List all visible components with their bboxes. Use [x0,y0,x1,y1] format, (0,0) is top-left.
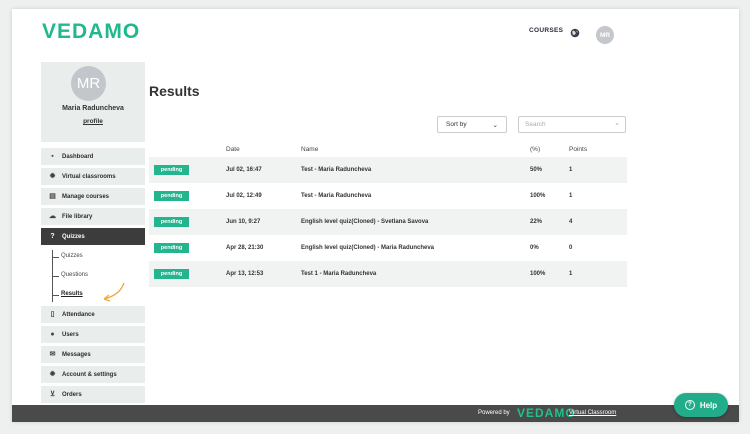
sidebar-item-users[interactable]: ● Users [41,326,145,343]
row-points: 1 [569,167,573,173]
row-name: English level quiz(Cloned) - Maria Radun… [301,245,435,251]
annotation-arrow [103,282,125,302]
sidebar-item-label: Quizzes [62,233,85,240]
search-icon: ⌕ [615,120,619,128]
submenu-item-questions[interactable]: Questions [52,272,88,278]
sidebar-item-label: Attendance [62,311,95,318]
sidebar-item-dashboard[interactable]: ▪ Dashboard [41,148,145,165]
sidebar-item-quizzes[interactable]: ? Quizzes [41,228,145,245]
sidebar-item-label: Messages [62,351,91,358]
row-points: 0 [569,245,573,251]
footer: Powered by VEDAMO Virtual Classroom [12,405,739,422]
sidebar-item-attendance[interactable]: ▯ Attendance [41,306,145,323]
sidebar-item-label: Account & settings [62,371,117,378]
footer-powered-by: Powered by [478,410,510,416]
envelope-icon: ✉ [49,351,56,358]
row-date: Jul 02, 12:49 [226,193,262,199]
question-icon: ? [684,400,695,410]
sort-label: Sort by [446,121,467,128]
table-row[interactable]: pending Jul 02, 12:49 Test - Maria Radun… [149,183,627,209]
row-date: Jul 02, 16:47 [226,167,262,173]
grid-icon: ▪ [51,153,54,160]
row-name: English level quiz(Cloned) - Svetlana Sa… [301,219,429,225]
courses-link[interactable]: COURSES [529,27,563,34]
sort-select[interactable]: Sort by ⌄ [437,116,507,133]
help-label: Help [699,400,718,410]
profile-card: MR Maria Raduncheva profile [41,62,145,142]
row-name: Test - Maria Raduncheva [301,193,372,199]
document-icon: ▯ [50,311,55,318]
submenu-item-results[interactable]: Results [52,291,83,297]
sidebar-item-label: Orders [62,391,82,398]
sidebar-item-virtual-classrooms[interactable]: ✹ Virtual classrooms [41,168,145,185]
sidebar-item-messages[interactable]: ✉ Messages [41,346,145,363]
submenu-item-quizzes[interactable]: Quizzes [52,253,83,259]
profile-avatar: MR [71,66,106,101]
search-input[interactable]: Search ⌕ [518,116,626,133]
column-name: Name [301,146,319,153]
row-points: 1 [569,193,573,199]
sidebar-item-label: Virtual classrooms [62,173,116,180]
user-avatar[interactable]: MR [596,26,614,44]
sidebar-item-label: Dashboard [62,153,94,160]
row-percent: 50% [530,167,543,173]
cloud-icon: ☁ [49,213,56,220]
row-percent: 0% [530,245,539,251]
sidebar-item-manage-courses[interactable]: ▤ Manage courses [41,188,145,205]
footer-virtual-classroom-link[interactable]: Virtual Classroom [569,410,616,416]
footer-logo[interactable]: VEDAMO [517,406,576,420]
row-date: Apr 13, 12:53 [226,271,264,277]
column-points: Points [569,146,588,153]
table-row[interactable]: pending Apr 28, 21:30 English level quiz… [149,235,627,261]
sidebar-item-orders[interactable]: ⊻ Orders [41,386,145,403]
row-percent: 22% [530,219,543,225]
sidebar-menu: ▪ Dashboard ✹ Virtual classrooms ▤ Manag… [41,148,145,406]
status-badge: pending [154,191,189,201]
page-title: Results [149,83,200,99]
vedamo-logo[interactable]: VEDAMO [42,20,140,44]
window-frame: VEDAMO COURSES MR MR Maria Raduncheva pr… [0,0,750,434]
page: VEDAMO COURSES MR MR Maria Raduncheva pr… [12,9,739,422]
users-icon: ● [50,331,55,338]
status-badge: pending [154,269,189,279]
help-button[interactable]: ? Help [674,393,728,417]
sidebar-item-label: Manage courses [62,193,110,200]
row-points: 1 [569,271,573,277]
results-table: pending Jul 02, 16:47 Test - Maria Radun… [149,157,627,287]
sidebar-item-label: File library [62,213,93,220]
status-badge: pending [154,217,189,227]
sidebar-item-file-library[interactable]: ☁ File library [41,208,145,225]
table-row[interactable]: pending Apr 13, 12:53 Test 1 - Maria Rad… [149,261,627,287]
gear-icon: ✹ [49,173,56,180]
gear-icon: ✹ [49,371,56,378]
status-badge: pending [154,243,189,253]
row-date: Jun 10, 9:27 [226,219,261,225]
sidebar-item-account-settings[interactable]: ✹ Account & settings [41,366,145,383]
row-percent: 100% [530,193,546,199]
globe-icon[interactable] [570,28,580,38]
row-name: Test 1 - Maria Raduncheva [301,271,377,277]
question-icon: ? [50,233,55,240]
column-percent: (%) [530,146,541,153]
row-points: 4 [569,219,573,225]
row-percent: 100% [530,271,546,277]
sidebar: MR Maria Raduncheva profile ▪ Dashboard … [41,62,145,403]
status-badge: pending [154,165,189,175]
row-date: Apr 28, 21:30 [226,245,264,251]
profile-link[interactable]: profile [41,118,145,125]
profile-name: Maria Raduncheva [62,105,124,112]
row-name: Test - Maria Raduncheva [301,167,372,173]
search-placeholder: Search [525,121,546,128]
column-date: Date [226,146,240,153]
table-row[interactable]: pending Jun 10, 9:27 English level quiz(… [149,209,627,235]
book-icon: ▤ [49,193,56,200]
sidebar-item-label: Users [62,331,79,338]
chevron-down-icon: ⌄ [492,121,498,129]
cart-icon: ⊻ [49,391,56,398]
table-row[interactable]: pending Jul 02, 16:47 Test - Maria Radun… [149,157,627,183]
